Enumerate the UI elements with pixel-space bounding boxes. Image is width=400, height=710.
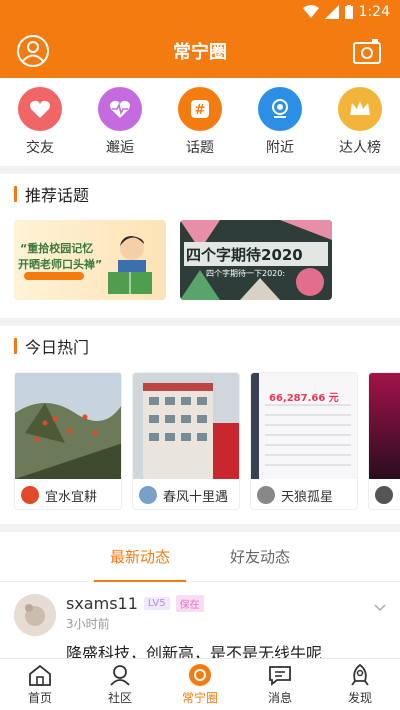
feed-section: 最新动态 好友动态 sxams11 LV5 保在 3小时前 降盛科技，创新高，是…: [0, 532, 400, 668]
hot-user: 宜水宜耕: [45, 489, 98, 505]
role-badge: 保在: [175, 595, 204, 612]
rocket-icon: [351, 663, 369, 686]
camera-button[interactable]: [348, 32, 386, 70]
bottom-nav-home[interactable]: 首页: [10, 663, 70, 706]
hot-user: 天狼孤星: [281, 489, 334, 505]
status-bar: 1:24: [0, 0, 400, 24]
location-icon: [258, 87, 302, 131]
bottom-nav-community[interactable]: 社区: [90, 663, 150, 706]
avatar: [257, 486, 275, 504]
heartbeat-icon: [98, 87, 142, 131]
quicknav-label: 附近: [266, 140, 294, 156]
feed-tabs: 最新动态 好友动态: [0, 532, 400, 582]
chevron-down-icon[interactable]: [374, 604, 386, 612]
topic-headline: “重拾校园记忆: [20, 242, 94, 255]
quicknav-item-encounter[interactable]: 邂逅: [85, 87, 155, 157]
svg-text:#: #: [195, 103, 206, 118]
app-header: 常宁圈: [0, 24, 400, 78]
hot-image: [369, 373, 400, 479]
avatar: [21, 486, 39, 504]
community-icon: [110, 665, 130, 686]
wifi-icon: [302, 5, 319, 18]
quicknav-item-topics[interactable]: # 话题: [165, 87, 235, 157]
teacher-illustration: [108, 236, 152, 294]
battery-icon: [344, 5, 353, 19]
topic-card[interactable]: “重拾校园记忆 开晒老师口头禅”: [14, 220, 166, 300]
hot-image: [15, 373, 121, 479]
quicknav-item-ranking[interactable]: 达人榜: [325, 87, 395, 157]
bottom-nav: 首页 社区 常宁圈 消息 发现: [0, 658, 400, 710]
tab-friends[interactable]: 好友动态: [230, 532, 290, 582]
recommended-topics-section: 推荐话题 “重拾校园记忆 开晒老师口头禅” 四个字期待2020 四个字期待一下2…: [0, 174, 400, 318]
hot-image: [133, 373, 239, 479]
page-title: 常宁圈: [173, 42, 227, 63]
hot-card[interactable]: 春风十里遇: [132, 372, 240, 510]
message-icon: [269, 666, 291, 686]
bottom-nav-circle[interactable]: 常宁圈: [170, 663, 230, 706]
tab-latest[interactable]: 最新动态: [93, 532, 187, 582]
profile-button[interactable]: [14, 32, 52, 70]
avatar[interactable]: [14, 594, 56, 636]
crown-icon: [338, 87, 382, 131]
hashtag-icon: #: [178, 87, 222, 131]
hot-user: 春风十里遇: [163, 489, 229, 505]
section-title: 今日热门: [0, 326, 400, 366]
hot-card[interactable]: [368, 372, 400, 510]
bottom-nav-messages[interactable]: 消息: [250, 663, 310, 706]
topic-headline: 四个字期待2020: [186, 246, 303, 264]
camera-icon: [353, 39, 381, 64]
today-hot-section: 今日热门 宜水宜耕 春风十里遇 66,287.66 元 天狼孤星: [0, 326, 400, 524]
quicknav-item-nearby[interactable]: 附近: [245, 87, 315, 157]
avatar: [139, 486, 157, 504]
home-icon: [29, 664, 51, 686]
quicknav-item-friends[interactable]: 交友: [5, 87, 75, 157]
post-username[interactable]: sxams11: [66, 594, 138, 613]
section-title: 推荐话题: [0, 174, 400, 214]
quicknav-label: 邂逅: [106, 140, 134, 156]
clock: 1:24: [358, 4, 390, 20]
quick-nav: 交友 邂逅 # 话题 附近 达人榜: [0, 78, 400, 166]
post-item[interactable]: sxams11 LV5 保在 3小时前 降盛科技，创新高，是不是无线牛呢: [0, 582, 400, 668]
quicknav-label: 交友: [26, 140, 54, 156]
topic-subtitle: 四个字期待一下2020:: [206, 269, 286, 278]
post-time: 3小时前: [66, 617, 110, 631]
hot-image: 66,287.66 元: [251, 373, 357, 479]
hot-card[interactable]: 宜水宜耕: [14, 372, 122, 510]
user-icon: [17, 35, 49, 67]
topic-headline: 开晒老师口头禅”: [18, 258, 103, 271]
signal-icon: [324, 5, 339, 19]
circle-icon: [189, 664, 211, 686]
quicknav-label: 达人榜: [339, 140, 381, 156]
hot-card[interactable]: 66,287.66 元 天狼孤星: [250, 372, 358, 510]
heart-icon: [18, 87, 62, 131]
level-badge: LV5: [143, 597, 170, 610]
avatar: [375, 486, 393, 504]
bottom-nav-discover[interactable]: 发现: [330, 663, 390, 706]
topic-card[interactable]: 四个字期待2020 四个字期待一下2020:: [180, 220, 332, 300]
quicknav-label: 话题: [186, 140, 214, 156]
